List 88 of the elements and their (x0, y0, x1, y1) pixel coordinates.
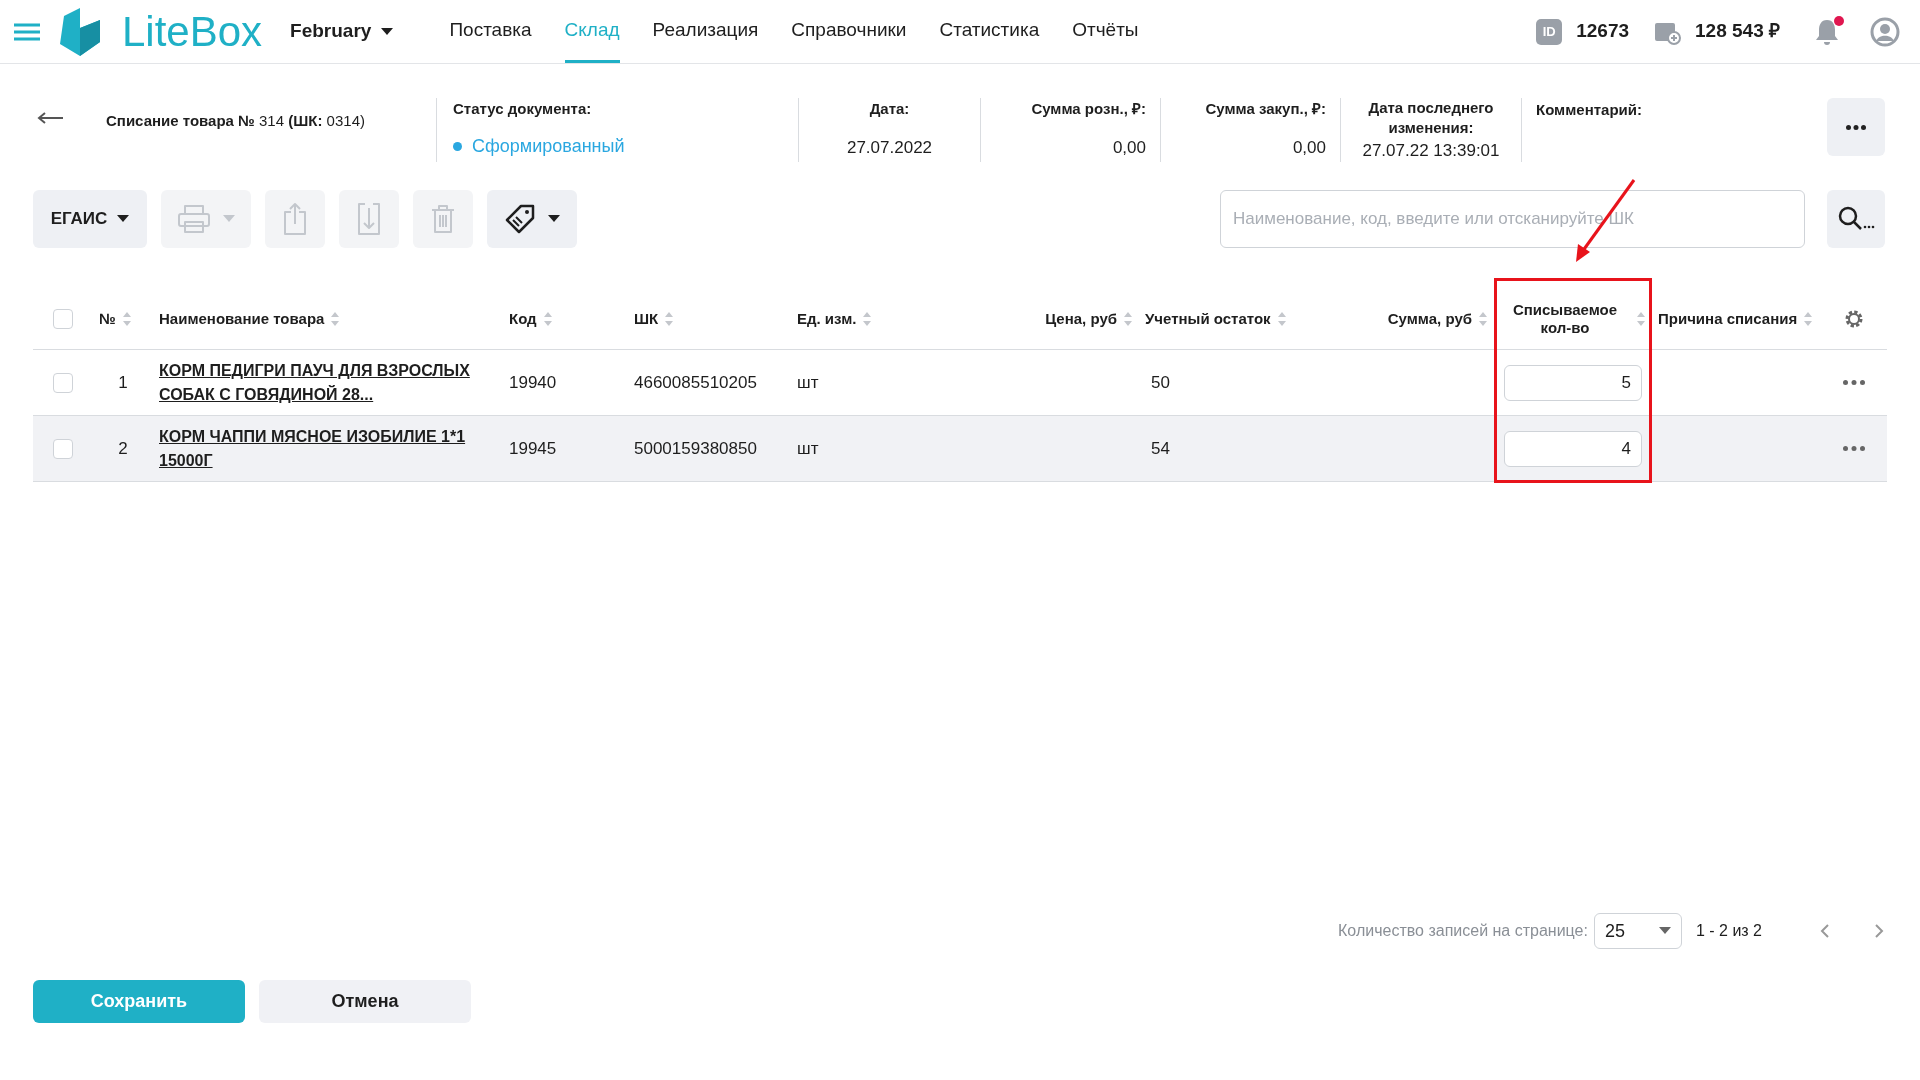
column-header: Код (509, 309, 537, 328)
last-change-label: Дата последнего изменения: (1367, 98, 1495, 138)
sort-icon[interactable] (1636, 310, 1646, 327)
column-header: Цена, руб (1045, 309, 1117, 328)
caret-icon (223, 215, 235, 223)
egais-dropdown[interactable]: ЕГАИС (33, 190, 147, 248)
row-number: 2 (118, 437, 128, 460)
nav-tab[interactable]: Поставка (449, 0, 532, 63)
caret-icon (117, 215, 130, 223)
sort-icon[interactable] (862, 310, 873, 327)
sort-icon[interactable] (664, 310, 675, 327)
back-arrow-icon[interactable] (37, 112, 63, 124)
unit-value: шт (797, 438, 819, 458)
sort-icon[interactable] (330, 310, 341, 327)
status-value: Сформированный (472, 135, 625, 158)
sort-icon[interactable] (121, 310, 132, 327)
row-number: 1 (118, 371, 128, 394)
sort-icon[interactable] (1478, 310, 1488, 327)
nav-tab[interactable]: Реализация (652, 0, 759, 63)
barcode-value: 5000159380850 (634, 438, 757, 458)
barcode-value: 4660085510205 (634, 372, 757, 392)
column-header: Ед. изм. (797, 309, 857, 328)
unit-value: шт (797, 372, 819, 392)
account-id: 12673 (1576, 19, 1630, 44)
sort-icon[interactable] (542, 310, 553, 327)
quantity-field[interactable]: 5 (1504, 364, 1642, 401)
stock-value: 50 (1151, 372, 1170, 392)
column-header: Сумма, руб (1387, 309, 1472, 328)
product-link[interactable]: КОРМ ПЕДИГРИ ПАУЧ ДЛЯ ВЗРОСЛЫХ СОБАК С ГОВЯДИНОЙ 28... (159, 358, 497, 407)
more-button[interactable] (1827, 98, 1885, 156)
caret-icon (548, 215, 560, 223)
product-code: 19945 (509, 438, 557, 458)
menu-icon[interactable] (14, 22, 40, 41)
page-range: 1 - 2 из 2 (1695, 921, 1762, 941)
nav-tab[interactable]: Справочники (791, 0, 907, 63)
status-label: Статус документа: (453, 99, 593, 119)
checkbox[interactable] (53, 372, 73, 393)
stock-value: 54 (1151, 438, 1170, 458)
upload-document-icon (282, 202, 308, 236)
column-header: № (99, 309, 116, 328)
month-dropdown[interactable]: February (290, 17, 394, 46)
column-header: Списываемое кол-во (1511, 300, 1619, 337)
retail-sum-label: Сумма розн., ₽: (1031, 99, 1146, 119)
sort-icon[interactable] (1276, 310, 1287, 327)
date-value: 27.07.2022 (846, 136, 933, 159)
balance: 128 543 ₽ (1695, 19, 1780, 44)
last-change-value: 27.07.22 13:39:01 (1362, 140, 1500, 162)
caret-icon (381, 27, 394, 36)
sort-icon[interactable] (1803, 310, 1814, 327)
printer-icon (177, 204, 211, 234)
page-size-dropdown[interactable]: 25 (1593, 913, 1682, 949)
date-label: Дата: (869, 99, 910, 119)
tag-button[interactable] (487, 190, 577, 248)
quantity-field[interactable]: 4 (1504, 430, 1642, 467)
document-title: Списание товара № 314 (ШК: 0314) (106, 111, 366, 131)
page-size-label: Количество записей на странице: (1338, 921, 1588, 941)
cancel-button[interactable]: Отмена (259, 980, 471, 1023)
more-icon[interactable] (1842, 380, 1865, 385)
sort-icon[interactable] (1123, 310, 1133, 327)
column-header: Наименование товара (159, 309, 325, 328)
price-tag-icon (504, 203, 536, 235)
purchase-sum-label: Сумма закуп., ₽: (1205, 99, 1326, 119)
nav-tab[interactable]: Статистика (939, 0, 1040, 63)
previous-page-icon[interactable] (1820, 923, 1830, 939)
retail-sum-value: 0,00 (1112, 136, 1146, 159)
brand-name: LiteBox (122, 10, 263, 53)
nav-tab[interactable]: Отчёты (1072, 0, 1139, 63)
caret-icon (1658, 927, 1671, 935)
download-document-icon (356, 202, 382, 236)
column-header: Учетный остаток (1145, 309, 1271, 328)
search-field[interactable]: Наименование, код, введите или отсканируйте ШК (1220, 190, 1805, 248)
table-row[interactable]: 2 КОРМ ЧАППИ МЯСНОЕ ИЗОБИЛИЕ 1*1 15000Г 19945 5000159380850 шт 54 4 (33, 416, 1887, 482)
comment-label: Комментарий: (1536, 101, 1642, 118)
purchase-sum-value: 0,00 (1292, 136, 1326, 159)
column-header: Причина списания (1658, 309, 1798, 328)
product-link[interactable]: КОРМ ЧАППИ МЯСНОЕ ИЗОБИЛИЕ 1*1 15000Г (159, 424, 497, 473)
next-page-icon[interactable] (1874, 923, 1884, 939)
column-header: ШК (634, 309, 659, 328)
id-badge-icon: ID (1536, 18, 1563, 45)
bell-icon[interactable] (1814, 17, 1840, 46)
more-icon (1846, 124, 1866, 130)
checkbox[interactable] (53, 308, 73, 329)
more-icon[interactable] (1842, 446, 1865, 451)
avatar-icon[interactable] (1870, 16, 1900, 47)
search-button[interactable] (1827, 190, 1885, 248)
trash-icon (430, 204, 456, 234)
product-code: 19940 (509, 372, 557, 392)
checkbox[interactable] (53, 438, 73, 459)
